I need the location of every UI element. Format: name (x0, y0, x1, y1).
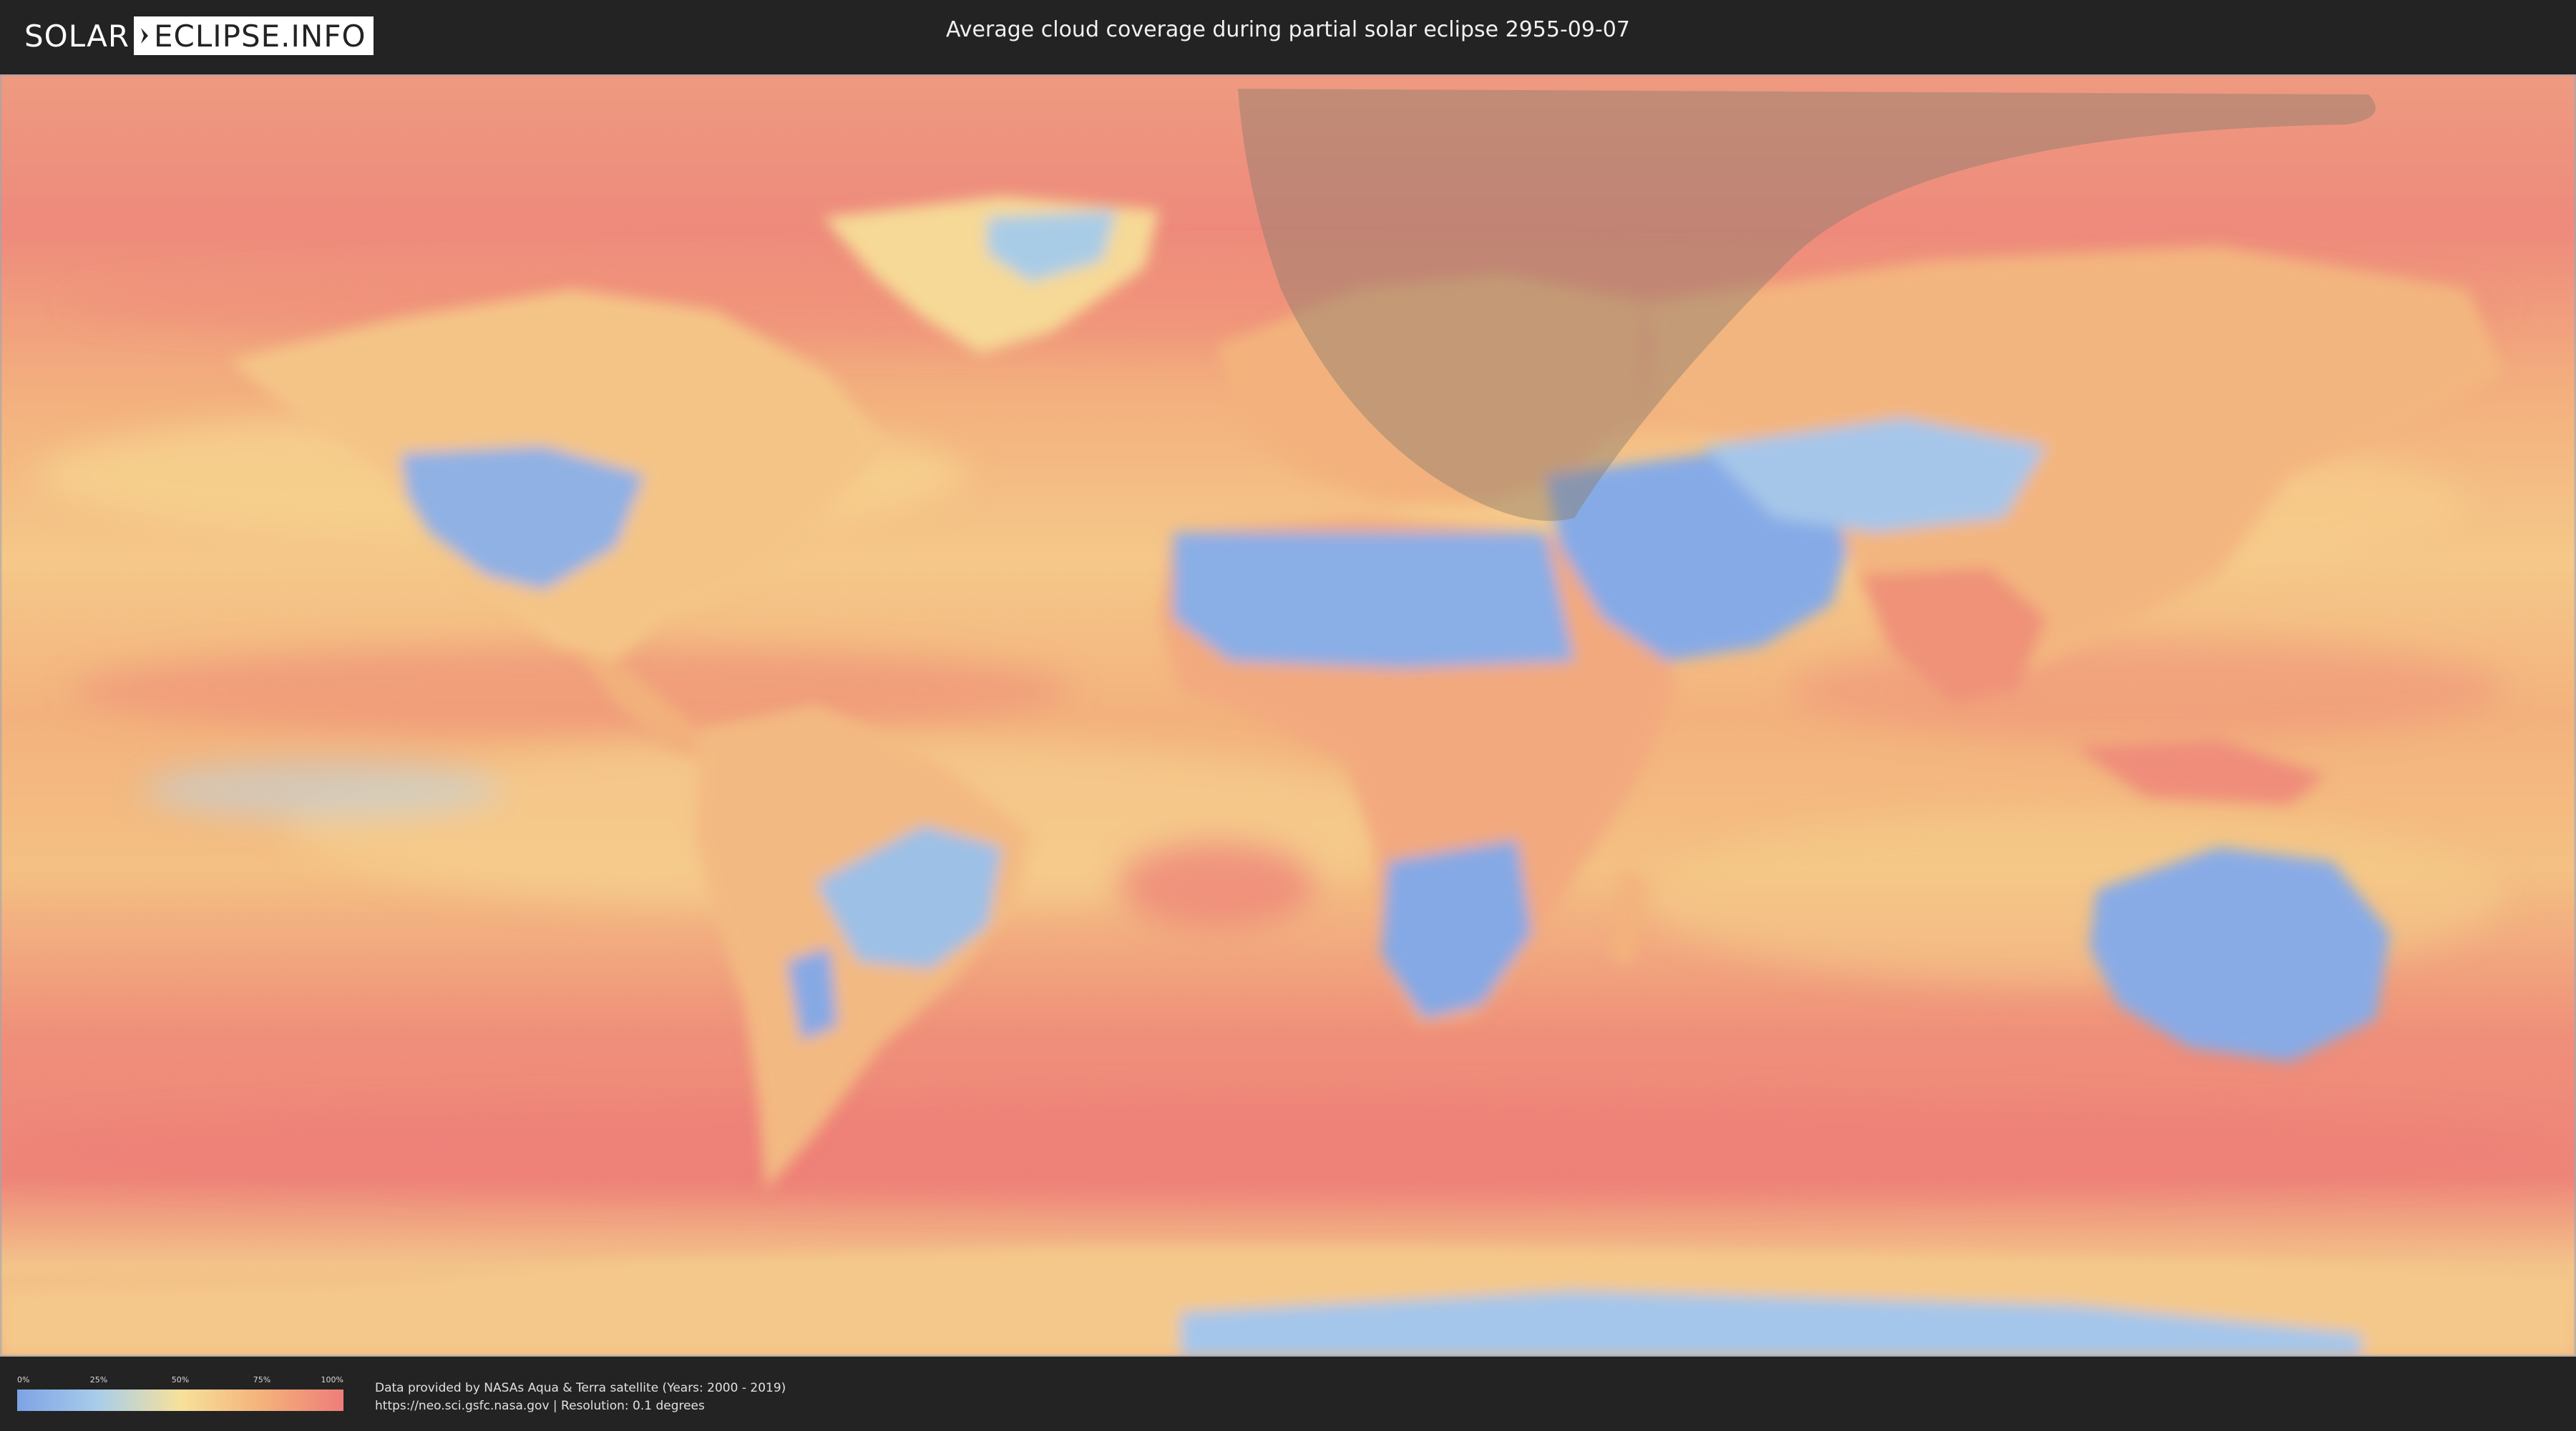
credit-line-1: Data provided by NASAs Aqua & Terra sate… (375, 1381, 786, 1395)
legend-tick-0: 0% (17, 1375, 30, 1384)
legend-tick-75: 75% (253, 1375, 271, 1384)
cloud-coverage-map[interactable] (0, 74, 2576, 1357)
color-legend: 0% 25% 50% 75% 100% (17, 1375, 343, 1411)
legend-ticks: 0% 25% 50% 75% 100% (17, 1375, 343, 1385)
legend-gradient-bar (17, 1390, 343, 1411)
legend-tick-100: 100% (321, 1375, 343, 1384)
world-map (0, 74, 2576, 1357)
legend-tick-25: 25% (89, 1375, 108, 1384)
legend-tick-50: 50% (171, 1375, 190, 1384)
data-credits: Data provided by NASAs Aqua & Terra sate… (375, 1379, 786, 1415)
header-bar: SOLAR ECLIPSE.INFO Average cloud coverag… (0, 0, 2576, 72)
credit-line-2: https://neo.sci.gsfc.nasa.gov | Resoluti… (375, 1399, 705, 1413)
page-title: Average cloud coverage during partial so… (946, 17, 1630, 42)
